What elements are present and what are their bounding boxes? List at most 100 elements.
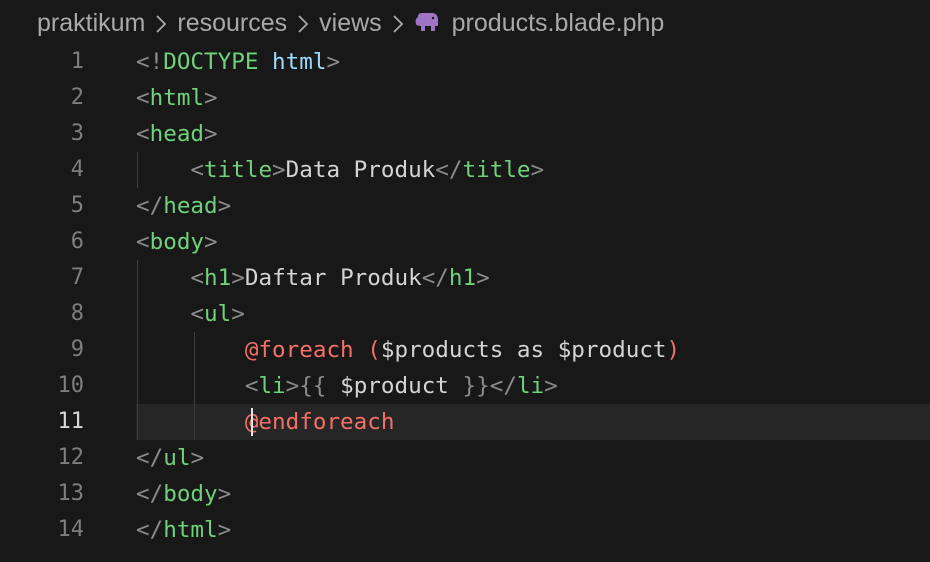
code-token: Daftar Produk — [244, 265, 422, 291]
indent-guide — [194, 332, 195, 440]
code-line[interactable]: 2 <html> — [0, 80, 930, 116]
line-number: 7 — [70, 265, 84, 290]
code-token: < — [190, 157, 205, 183]
line-number: 4 — [70, 157, 84, 182]
breadcrumb-item-file[interactable]: products.blade.php — [452, 9, 665, 38]
breadcrumb-item-resources[interactable]: resources — [177, 9, 287, 38]
code-token: h1 — [204, 265, 232, 291]
code-line[interactable]: 14 </html> — [0, 512, 930, 548]
code-token: head — [163, 193, 218, 219]
code-token: < — [136, 121, 150, 147]
line-number: 14 — [57, 517, 85, 542]
code-text: <head> — [136, 116, 218, 152]
line-number: 6 — [70, 229, 84, 254]
breadcrumb: praktikum resources views products.blade… — [0, 0, 930, 46]
code-text: @foreach ($products as $product) — [136, 332, 680, 368]
code-token: <! — [136, 49, 164, 75]
code-line[interactable]: 13 </body> — [0, 476, 930, 512]
code-text: <h1>Daftar Produk</h1> — [136, 260, 489, 296]
code-token: ul — [204, 301, 232, 327]
code-token: > — [217, 193, 232, 219]
code-token: title — [462, 157, 531, 183]
code-editor[interactable]: 1 <!DOCTYPE html> 2 <html> 3 <head> 4 <title>D… — [0, 44, 930, 562]
line-number: 12 — [57, 445, 85, 470]
code-token: ( — [367, 337, 381, 363]
code-line[interactable]: 12 </ul> — [0, 440, 930, 476]
code-line[interactable]: 8 <ul> — [0, 296, 930, 332]
line-number: 2 — [70, 85, 84, 110]
code-line[interactable]: 7 <h1>Daftar Produk</h1> — [0, 260, 930, 296]
code-token: </ — [435, 157, 463, 183]
code-token: h1 — [448, 265, 477, 291]
line-number: 13 — [57, 481, 85, 506]
code-token: </ — [421, 265, 449, 291]
indent-guide — [137, 260, 138, 440]
code-line[interactable]: 4 <title>Data Produk</title> — [0, 152, 930, 188]
line-number: 3 — [70, 121, 84, 146]
text-cursor — [251, 408, 253, 436]
code-token: > — [204, 229, 218, 255]
code-token: </ — [136, 445, 164, 471]
code-token: li — [258, 373, 286, 399]
code-text: </ul> — [136, 440, 204, 476]
code-token: DOCTYPE — [163, 49, 259, 75]
code-line[interactable]: 6 <body> — [0, 224, 930, 260]
code-token: html — [272, 49, 327, 75]
code-text: <!DOCTYPE html> — [136, 44, 340, 80]
line-number: 1 — [70, 49, 84, 74]
code-text: @endforeach — [136, 404, 395, 440]
code-token: </ — [489, 373, 517, 399]
line-number: 10 — [57, 373, 85, 398]
breadcrumb-item-praktikum[interactable]: praktikum — [37, 9, 145, 38]
line-number: 8 — [70, 301, 84, 326]
line-number: 5 — [70, 193, 84, 218]
code-token: </ — [136, 193, 164, 219]
code-text: <li>{{ $product }}</li> — [136, 368, 558, 404]
code-token: </ — [136, 517, 164, 543]
code-line[interactable]: 3 <head> — [0, 116, 930, 152]
line-number: 11 — [57, 409, 85, 434]
code-token: ) — [666, 337, 681, 363]
code-token: body — [149, 229, 205, 255]
code-token: html — [149, 85, 205, 111]
code-token: < — [190, 265, 205, 291]
code-token: li — [516, 373, 545, 399]
code-token: > — [285, 373, 300, 399]
chevron-right-icon — [145, 11, 177, 35]
line-number: 9 — [70, 337, 84, 362]
code-token: @foreach — [244, 337, 354, 363]
code-text: </body> — [136, 476, 231, 512]
code-token: $products as $product — [380, 337, 667, 363]
code-token: < — [244, 373, 259, 399]
code-line[interactable]: 9 @foreach ($products as $product) — [0, 332, 930, 368]
code-token: > — [217, 517, 232, 543]
indent-guide — [137, 152, 138, 188]
php-elephant-icon — [414, 12, 440, 34]
code-token: < — [136, 85, 150, 111]
code-token: < — [190, 301, 205, 327]
code-text: </head> — [136, 188, 231, 224]
code-token: ul — [163, 445, 191, 471]
code-token: Data Produk — [285, 157, 436, 183]
code-token: {{ — [299, 373, 327, 399]
code-line[interactable]: 1 <!DOCTYPE html> — [0, 44, 930, 80]
code-line[interactable]: 10 <li>{{ $product }}</li> — [0, 368, 930, 404]
code-token: > — [204, 121, 218, 147]
code-line[interactable]: 5 </head> — [0, 188, 930, 224]
code-token: > — [231, 265, 245, 291]
code-text: </html> — [136, 512, 231, 548]
code-token: > — [272, 157, 286, 183]
code-token: html — [163, 517, 218, 543]
code-token: </ — [136, 481, 164, 507]
code-token: > — [530, 157, 545, 183]
code-token: > — [326, 49, 341, 75]
code-line[interactable]: 11 @endforeach — [0, 404, 930, 440]
code-token: > — [217, 481, 232, 507]
breadcrumb-item-views[interactable]: views — [319, 9, 382, 38]
